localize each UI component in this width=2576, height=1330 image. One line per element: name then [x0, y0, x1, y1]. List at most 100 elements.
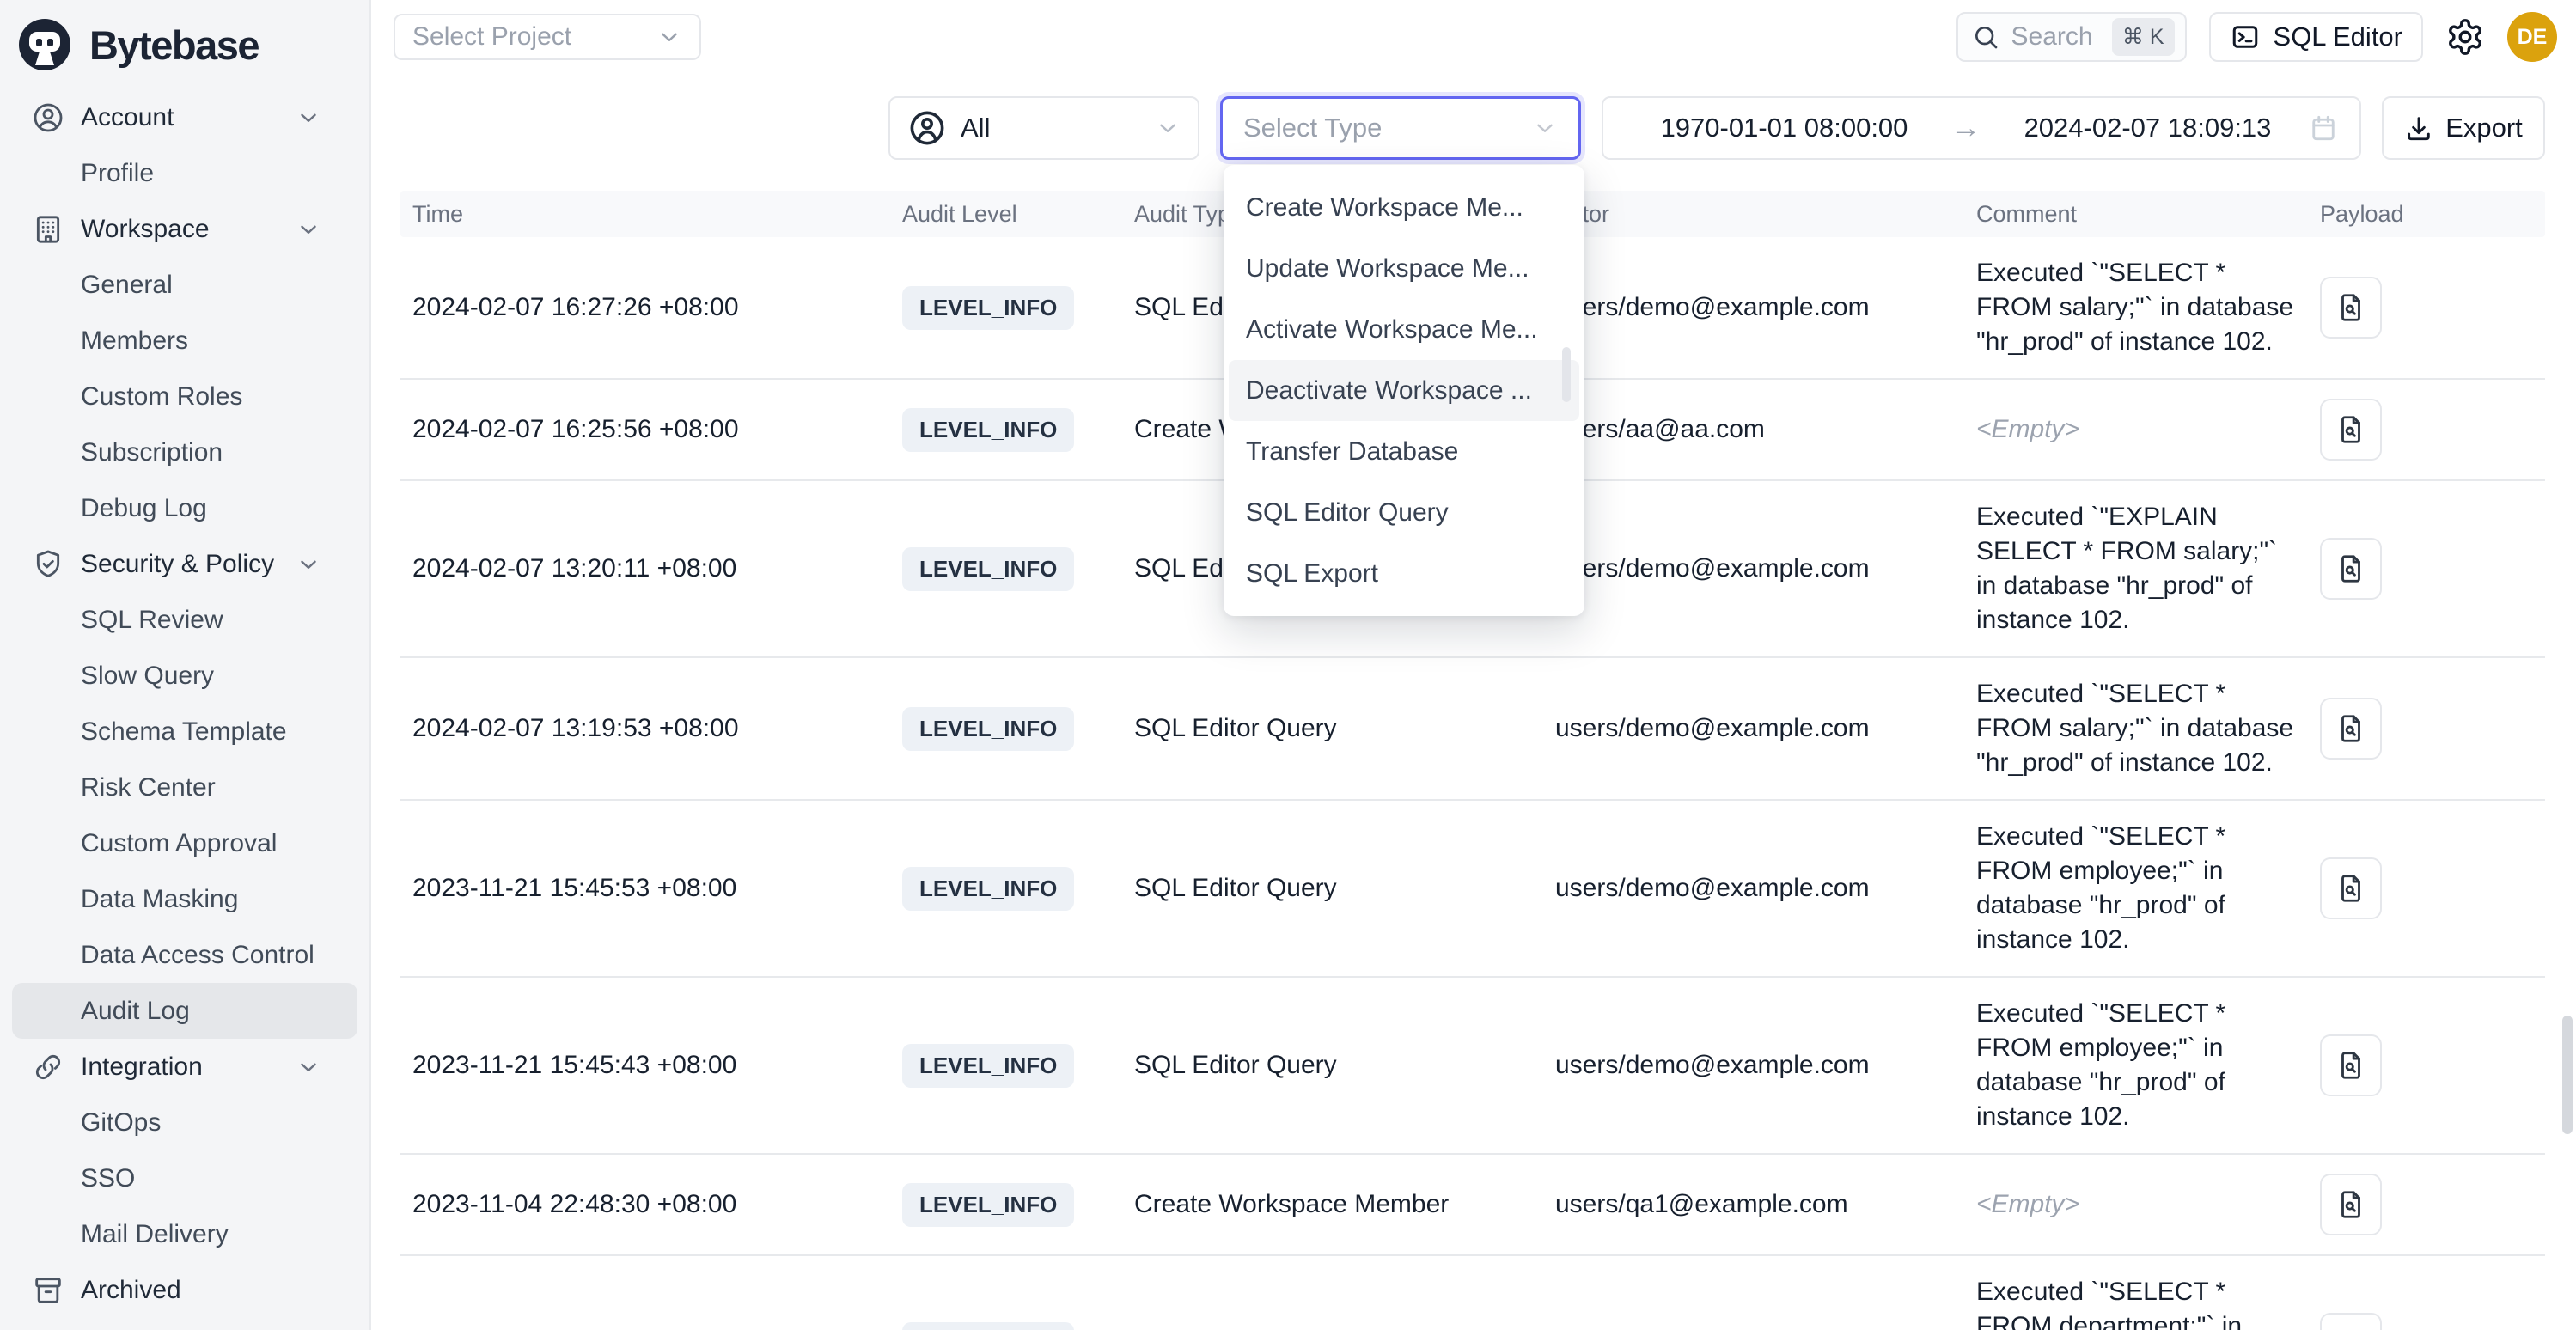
payload-cell	[2308, 519, 2545, 619]
type-filter-dropdown: Create Workspace Me... Update Workspace …	[1224, 165, 1584, 616]
dropdown-option-sql-export[interactable]: SQL Export	[1229, 543, 1579, 604]
filter-bar: All Select Type 1970-01-01 08:00:00 → 20…	[371, 64, 2576, 160]
payload-view-button[interactable]	[2320, 277, 2382, 339]
sidebar-group-workspace[interactable]: Workspace	[0, 201, 369, 257]
dropdown-option-create-workspace-member[interactable]: Create Workspace Me...	[1229, 177, 1579, 238]
file-search-icon	[2335, 872, 2367, 905]
actor-cell: users/aa@aa.com	[1543, 396, 1964, 463]
table-row: 2023-11-21 15:45:43 +08:00 LEVEL_INFO SQ…	[400, 978, 2545, 1155]
sidebar-group-integration[interactable]: Integration	[0, 1039, 369, 1095]
sidebar-item-slow-query[interactable]: Slow Query	[0, 648, 369, 704]
dropdown-scrollbar[interactable]	[1562, 347, 1571, 402]
date-range-picker[interactable]: 1970-01-01 08:00:00 → 2024-02-07 18:09:1…	[1602, 96, 2361, 160]
shield-check-icon	[31, 547, 65, 582]
dropdown-option-transfer-database[interactable]: Transfer Database	[1229, 421, 1579, 482]
sidebar-item-audit-log[interactable]: Audit Log	[12, 983, 357, 1039]
sidebar-item-schema-template[interactable]: Schema Template	[0, 704, 369, 760]
file-search-icon	[2335, 291, 2367, 324]
calendar-icon	[2308, 113, 2339, 143]
time-cell: 2024-02-07 13:19:53 +08:00	[400, 695, 890, 762]
search-input[interactable]: Search ⌘ K	[1956, 12, 2187, 62]
sidebar-group-account[interactable]: Account	[0, 89, 369, 145]
user-circle-icon	[31, 101, 65, 135]
gear-icon[interactable]	[2445, 17, 2485, 57]
sidebar-item-risk-center[interactable]: Risk Center	[0, 760, 369, 815]
date-to-value[interactable]: 2024-02-07 18:09:13	[1987, 113, 2308, 143]
sidebar-item-gitops[interactable]: GitOps	[0, 1095, 369, 1150]
actor-cell: users/demo@example.com	[1543, 535, 1964, 602]
table-row: 2023-11-04 01:06:34 +08:00 LEVEL_INFO SQ…	[400, 1256, 2545, 1330]
comment-cell: Executed `"SELECT * FROM employee;"` in …	[1964, 801, 2308, 976]
comment-cell: Executed `"SELECT * FROM department;"` i…	[1964, 1256, 2308, 1330]
sidebar-item-custom-roles[interactable]: Custom Roles	[0, 369, 369, 424]
download-icon	[2404, 113, 2433, 143]
sidebar-group-security-policy[interactable]: Security & Policy	[0, 536, 369, 592]
actor-cell: users/qa1@example.com	[1543, 1171, 1964, 1238]
actor-cell: users/demo@example.com	[1543, 1032, 1964, 1099]
dropdown-option-update-workspace-member[interactable]: Update Workspace Me...	[1229, 238, 1579, 299]
payload-view-button[interactable]	[2320, 1174, 2382, 1235]
type-cell: SQL Editor Query	[1122, 695, 1543, 762]
sidebar-item-sql-review[interactable]: SQL Review	[0, 592, 369, 648]
sidebar-item-mail-delivery[interactable]: Mail Delivery	[0, 1206, 369, 1262]
avatar[interactable]: DE	[2507, 12, 2557, 62]
payload-cell	[2308, 1016, 2545, 1115]
sidebar-item-debug-log[interactable]: Debug Log	[0, 480, 369, 536]
time-cell: 2023-11-21 15:45:53 +08:00	[400, 855, 890, 922]
sql-editor-button[interactable]: SQL Editor	[2209, 12, 2423, 62]
chevron-down-icon	[296, 105, 321, 131]
bytebase-logo-icon	[17, 17, 72, 72]
arrow-right-icon: →	[1944, 112, 1987, 145]
sidebar-item-data-masking[interactable]: Data Masking	[0, 871, 369, 927]
sidebar-item-custom-approval[interactable]: Custom Approval	[0, 815, 369, 871]
page-scrollbar[interactable]	[2562, 1016, 2573, 1134]
sidebar-item-subscription[interactable]: Subscription	[0, 424, 369, 480]
sidebar-item-profile[interactable]: Profile	[0, 145, 369, 201]
dropdown-option-sql-editor-query[interactable]: SQL Editor Query	[1229, 482, 1579, 543]
payload-cell	[2308, 258, 2545, 357]
sidebar-item-data-access-control[interactable]: Data Access Control	[0, 927, 369, 983]
type-cell: SQL Editor Query	[1122, 1310, 1543, 1330]
sidebar-item-sso[interactable]: SSO	[0, 1150, 369, 1206]
payload-view-button[interactable]	[2320, 399, 2382, 461]
comment-cell: Executed `"EXPLAIN SELECT * FROM salary;…	[1964, 481, 2308, 656]
payload-view-button[interactable]	[2320, 538, 2382, 600]
building-icon	[31, 212, 65, 247]
type-filter-placeholder: Select Type	[1243, 113, 1382, 143]
payload-view-button[interactable]	[2320, 1313, 2382, 1330]
chevron-down-icon	[296, 1054, 321, 1080]
sidebar-item-members[interactable]: Members	[0, 313, 369, 369]
app-window: Bytebase Account Profile Workspace	[0, 0, 2576, 1330]
payload-cell	[2308, 380, 2545, 479]
terminal-icon	[2230, 21, 2261, 52]
dropdown-option-activate-workspace-member[interactable]: Activate Workspace Me...	[1229, 299, 1579, 360]
sidebar-item-archived[interactable]: Archived	[0, 1262, 369, 1318]
file-search-icon	[2335, 1188, 2367, 1221]
project-select[interactable]: Select Project	[394, 14, 701, 60]
archive-icon	[31, 1273, 65, 1308]
actor-filter-select[interactable]: All	[888, 96, 1199, 160]
payload-view-button[interactable]	[2320, 1034, 2382, 1096]
main-area: Select Project Search ⌘ K SQL	[371, 0, 2576, 1330]
sidebar-item-general[interactable]: General	[0, 257, 369, 313]
payload-view-button[interactable]	[2320, 857, 2382, 919]
level-badge: LEVEL_INFO	[902, 286, 1074, 330]
col-header-comment: Comment	[1964, 201, 2308, 228]
time-cell: 2024-02-07 16:25:56 +08:00	[400, 396, 890, 463]
search-placeholder: Search	[2011, 22, 2093, 52]
col-header-audit-level: Audit Level	[890, 201, 1122, 228]
export-button[interactable]: Export	[2382, 96, 2545, 160]
table-row: 2024-02-07 13:19:53 +08:00 LEVEL_INFO SQ…	[400, 658, 2545, 801]
actor-cell: users/demo@example.com	[1543, 695, 1964, 762]
time-cell: 2024-02-07 16:27:26 +08:00	[400, 274, 890, 341]
payload-cell	[2308, 839, 2545, 938]
payload-view-button[interactable]	[2320, 698, 2382, 760]
date-from-value[interactable]: 1970-01-01 08:00:00	[1624, 113, 1944, 143]
dropdown-option-deactivate-workspace-member[interactable]: Deactivate Workspace ...	[1229, 360, 1579, 421]
table-row: 2023-11-04 22:48:30 +08:00 LEVEL_INFO Cr…	[400, 1155, 2545, 1256]
type-filter-select[interactable]: Select Type	[1220, 96, 1581, 160]
col-header-time: Time	[400, 201, 890, 228]
user-circle-icon	[907, 108, 947, 148]
brand-logo[interactable]: Bytebase	[0, 0, 369, 82]
project-select-placeholder: Select Project	[412, 22, 571, 52]
